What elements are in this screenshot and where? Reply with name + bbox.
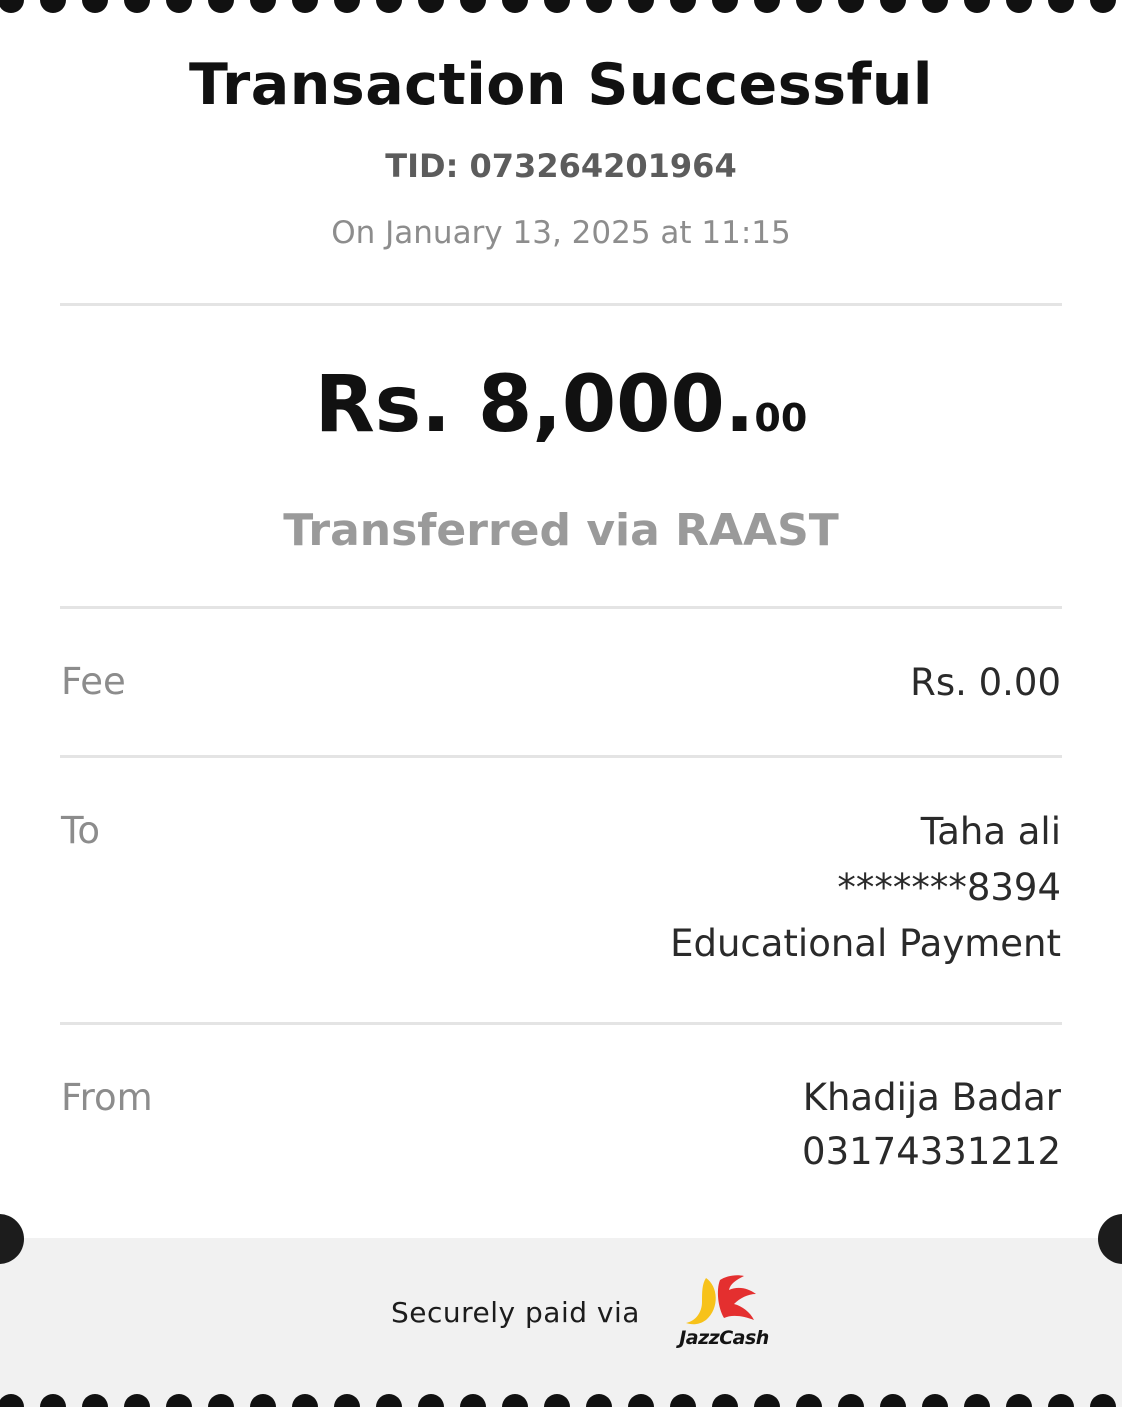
page-title: Transaction Successful xyxy=(189,52,933,118)
scallop-dot xyxy=(586,1394,612,1407)
scallop-dot xyxy=(838,0,864,13)
from-label: From xyxy=(61,1076,153,1119)
scallop-dot xyxy=(124,0,150,13)
scallop-dot xyxy=(1048,1394,1074,1407)
scallop-dot xyxy=(544,1394,570,1407)
transaction-datetime: On January 13, 2025 at 11:15 xyxy=(331,215,791,251)
scallop-dot xyxy=(40,0,66,13)
fee-label: Fee xyxy=(61,660,126,703)
receipt-top-edge xyxy=(0,0,1122,13)
divider xyxy=(60,303,1062,306)
brand-name: JazzCash xyxy=(679,1327,769,1349)
scallop-dot xyxy=(544,0,570,13)
scallop-dot xyxy=(754,0,780,13)
scallop-dot xyxy=(670,0,696,13)
scallop-dot xyxy=(334,1394,360,1407)
scallop-dot xyxy=(0,0,24,13)
divider xyxy=(60,755,1062,758)
scallop-dot xyxy=(754,1394,780,1407)
scallop-dot xyxy=(418,0,444,13)
scallop-dot xyxy=(460,0,486,13)
scallop-dot xyxy=(376,0,402,13)
receipt-bottom-edge xyxy=(0,1394,1122,1407)
scallop-dot xyxy=(1048,0,1074,13)
scallop-dot xyxy=(418,1394,444,1407)
transaction-id: TID: 073264201964 xyxy=(385,147,737,185)
amount-cents: 00 xyxy=(754,396,808,440)
scallop-dot xyxy=(712,0,738,13)
recipient-details: Taha ali *******8394 Educational Payment xyxy=(670,804,1061,972)
payment-purpose: Educational Payment xyxy=(670,922,1061,965)
divider xyxy=(60,606,1062,609)
scallop-dot xyxy=(628,0,654,13)
divider xyxy=(60,1022,1062,1025)
scallop-dot xyxy=(166,1394,192,1407)
sender-details: Khadija Badar 03174331212 xyxy=(802,1071,1061,1179)
scallop-dot xyxy=(880,0,906,13)
scallop-dot xyxy=(40,1394,66,1407)
recipient-account: *******8394 xyxy=(837,866,1061,909)
scallop-dot xyxy=(1090,0,1116,13)
scallop-dot xyxy=(796,1394,822,1407)
scallop-dot xyxy=(964,1394,990,1407)
scallop-dot xyxy=(922,0,948,13)
recipient-name: Taha ali xyxy=(920,810,1061,853)
transfer-method: Transferred via RAAST xyxy=(283,505,839,556)
scallop-dot xyxy=(250,1394,276,1407)
scallop-dot xyxy=(880,1394,906,1407)
scallop-dot xyxy=(628,1394,654,1407)
scallop-dot xyxy=(1006,0,1032,13)
scallop-dot xyxy=(250,0,276,13)
scallop-dot xyxy=(712,1394,738,1407)
transaction-receipt: Transaction Successful TID: 073264201964… xyxy=(0,0,1122,1407)
scallop-dot xyxy=(82,0,108,13)
scallop-dot xyxy=(124,1394,150,1407)
scallop-dot xyxy=(292,0,318,13)
sender-name: Khadija Badar xyxy=(802,1076,1061,1119)
scallop-dot xyxy=(502,0,528,13)
scallop-dot xyxy=(376,1394,402,1407)
scallop-dot xyxy=(460,1394,486,1407)
fee-value: Rs. 0.00 xyxy=(910,661,1061,704)
scallop-dot xyxy=(208,1394,234,1407)
scallop-dot xyxy=(796,0,822,13)
scallop-dot xyxy=(502,1394,528,1407)
amount-main: Rs. 8,000. xyxy=(314,360,755,450)
scallop-dot xyxy=(292,1394,318,1407)
sender-phone: 03174331212 xyxy=(802,1130,1061,1173)
transaction-amount: Rs. 8,000.00 xyxy=(0,360,1122,450)
scallop-dot xyxy=(1006,1394,1032,1407)
scallop-dot xyxy=(670,1394,696,1407)
secure-payment-text: Securely paid via xyxy=(391,1296,640,1329)
to-label: To xyxy=(61,809,100,852)
scallop-dot xyxy=(838,1394,864,1407)
scallop-dot xyxy=(922,1394,948,1407)
scallop-dot xyxy=(586,0,612,13)
scallop-dot xyxy=(964,0,990,13)
scallop-dot xyxy=(334,0,360,13)
scallop-dot xyxy=(208,0,234,13)
scallop-dot xyxy=(1090,1394,1116,1407)
scallop-dot xyxy=(166,0,192,13)
scallop-dot xyxy=(82,1394,108,1407)
scallop-dot xyxy=(0,1394,24,1407)
